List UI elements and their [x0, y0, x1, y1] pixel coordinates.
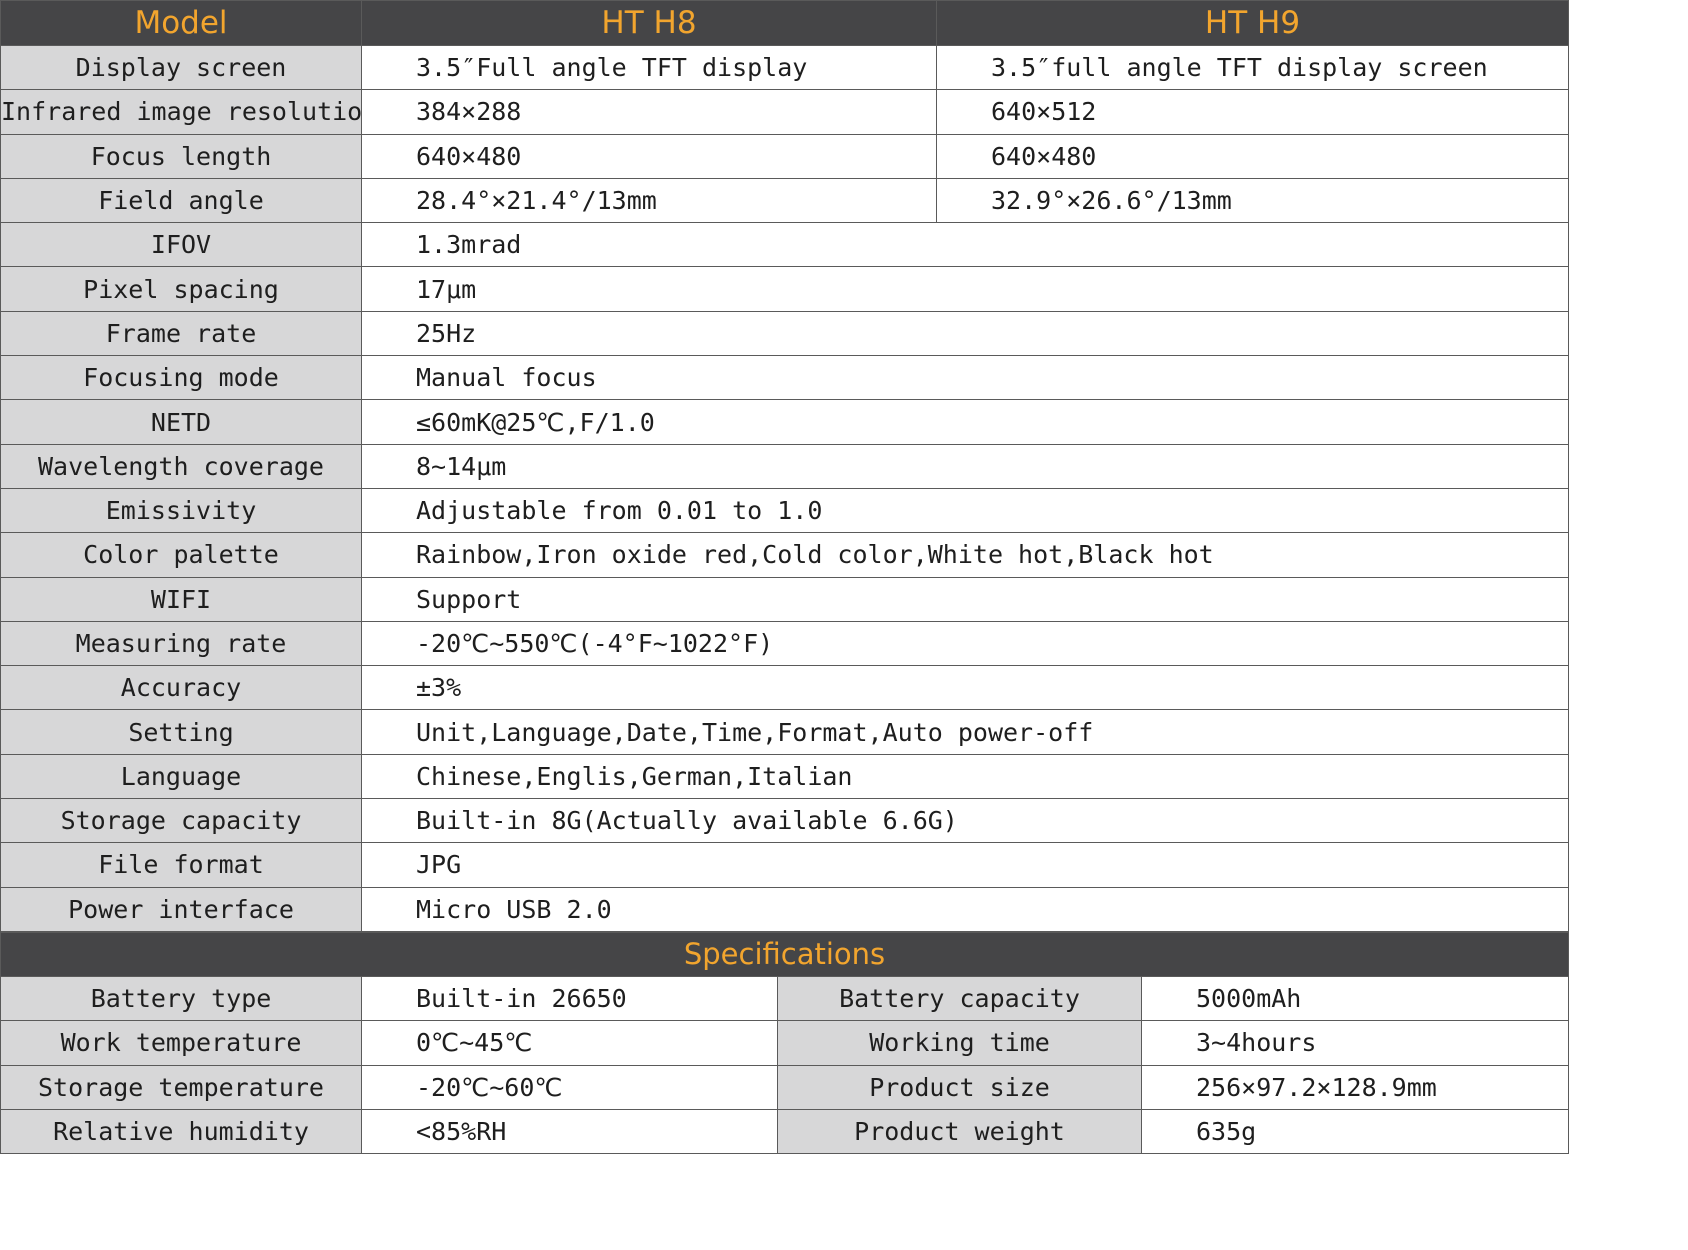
row-label: Setting: [0, 709, 362, 755]
row-label: Color palette: [0, 532, 362, 578]
shared-value: ±3%: [361, 665, 1569, 711]
h8-value: 28.4°×21.4°/13mm: [361, 177, 937, 224]
spec-value: 635g: [1141, 1108, 1569, 1155]
spec-value: <85%RH: [361, 1108, 778, 1155]
table-row: Color palette Rainbow,Iron oxide red,Col…: [0, 532, 1569, 578]
table-row: Storage temperature -20℃~60℃ Product siz…: [0, 1064, 1569, 1110]
spec-label: Battery type: [0, 975, 362, 1022]
row-label: WIFI: [0, 576, 362, 622]
table-row: Storage capacity Built-in 8G(Actually av…: [0, 798, 1569, 844]
table-row: Battery type Built-in 26650 Battery capa…: [0, 975, 1569, 1022]
specifications-title: Specifications: [0, 931, 1569, 977]
table-row: IFOV 1.3mrad: [0, 222, 1569, 268]
row-label: Focusing mode: [0, 355, 362, 401]
row-label: Pixel spacing: [0, 266, 362, 312]
spec-value: 5000mAh: [1141, 975, 1569, 1022]
h8-value: 3.5″Full angle TFT display: [361, 44, 937, 91]
shared-value: Support: [361, 576, 1569, 622]
specifications-table: Specifications Battery type Built-in 266…: [0, 931, 1569, 1155]
table-row: Wavelength coverage 8~14μm: [0, 443, 1569, 489]
shared-value: Built-in 8G(Actually available 6.6G): [361, 798, 1569, 844]
shared-value: 17μm: [361, 266, 1569, 312]
table-row: Measuring rate -20℃~550℃(-4°F~1022°F): [0, 620, 1569, 667]
shared-value: Micro USB 2.0: [361, 886, 1569, 932]
row-label: File format: [0, 842, 362, 888]
table-row: Language Chinese,Englis,German,Italian: [0, 753, 1569, 800]
spec-label: Battery capacity: [777, 975, 1142, 1022]
row-label: Infrared image resolution: [0, 89, 362, 135]
row-label: NETD: [0, 399, 362, 445]
ht-h9-header: HT H9: [936, 0, 1569, 46]
table-row: Pixel spacing 17μm: [0, 266, 1569, 312]
row-label: Frame rate: [0, 310, 362, 357]
spec-value: 3~4hours: [1141, 1020, 1569, 1066]
model-header: Model: [0, 0, 362, 46]
h8-value: 384×288: [361, 89, 937, 135]
spec-value: Built-in 26650: [361, 975, 778, 1022]
specifications-header-row: Specifications: [0, 931, 1569, 977]
row-label: Language: [0, 753, 362, 800]
shared-value: ≤60mK@25℃,F/1.0: [361, 399, 1569, 445]
spec-label: Product weight: [777, 1108, 1142, 1155]
spec-value: 0℃~45℃: [361, 1020, 778, 1066]
row-label: Wavelength coverage: [0, 443, 362, 489]
shared-value: JPG: [361, 842, 1569, 888]
row-label: Focus length: [0, 133, 362, 179]
table-row: Work temperature 0℃~45℃ Working time 3~4…: [0, 1020, 1569, 1066]
h9-value: 640×512: [936, 89, 1569, 135]
table-row: Focus length 640×480 640×480: [0, 133, 1569, 179]
shared-value: 1.3mrad: [361, 222, 1569, 268]
table-row: NETD ≤60mK@25℃,F/1.0: [0, 399, 1569, 445]
table-row: Accuracy ±3%: [0, 665, 1569, 711]
table-row: File format JPG: [0, 842, 1569, 888]
h9-value: 3.5″full angle TFT display screen: [936, 44, 1569, 91]
header-row: Model HT H8 HT H9: [0, 0, 1569, 46]
row-label: IFOV: [0, 222, 362, 268]
spec-label: Work temperature: [0, 1020, 362, 1066]
table-row: Display screen 3.5″Full angle TFT displa…: [0, 44, 1569, 91]
row-label: Field angle: [0, 177, 362, 224]
shared-value: 8~14μm: [361, 443, 1569, 489]
model-spec-table: Model HT H8 HT H9 Display screen 3.5″Ful…: [0, 0, 1569, 932]
shared-value: 25Hz: [361, 310, 1569, 357]
shared-value: -20℃~550℃(-4°F~1022°F): [361, 620, 1569, 667]
row-label: Power interface: [0, 886, 362, 932]
shared-value: Adjustable from 0.01 to 1.0: [361, 487, 1569, 534]
spec-label: Relative humidity: [0, 1108, 362, 1155]
table-row: Power interface Micro USB 2.0: [0, 886, 1569, 932]
table-row: Emissivity Adjustable from 0.01 to 1.0: [0, 487, 1569, 534]
table-row: Infrared image resolution 384×288 640×51…: [0, 89, 1569, 135]
shared-value: Rainbow,Iron oxide red,Cold color,White …: [361, 532, 1569, 578]
table-row: Focusing mode Manual focus: [0, 355, 1569, 401]
row-label: Emissivity: [0, 487, 362, 534]
h8-value: 640×480: [361, 133, 937, 179]
ht-h8-header: HT H8: [361, 0, 937, 46]
spec-label: Product size: [777, 1064, 1142, 1110]
shared-value: Manual focus: [361, 355, 1569, 401]
spec-label: Storage temperature: [0, 1064, 362, 1110]
table-row: Frame rate 25Hz: [0, 310, 1569, 357]
shared-value: Unit,Language,Date,Time,Format,Auto powe…: [361, 709, 1569, 755]
spec-value: -20℃~60℃: [361, 1064, 778, 1110]
shared-value: Chinese,Englis,German,Italian: [361, 753, 1569, 800]
h9-value: 32.9°×26.6°/13mm: [936, 177, 1569, 224]
spec-value: 256×97.2×128.9mm: [1141, 1064, 1569, 1110]
row-label: Measuring rate: [0, 620, 362, 667]
row-label: Display screen: [0, 44, 362, 91]
table-row: Relative humidity <85%RH Product weight …: [0, 1108, 1569, 1155]
table-row: Setting Unit,Language,Date,Time,Format,A…: [0, 709, 1569, 755]
table-row: WIFI Support: [0, 576, 1569, 622]
spec-sheet: Model HT H8 HT H9 Display screen 3.5″Ful…: [0, 0, 1569, 1155]
row-label: Accuracy: [0, 665, 362, 711]
h9-value: 640×480: [936, 133, 1569, 179]
row-label: Storage capacity: [0, 798, 362, 844]
table-row: Field angle 28.4°×21.4°/13mm 32.9°×26.6°…: [0, 177, 1569, 224]
spec-label: Working time: [777, 1020, 1142, 1066]
